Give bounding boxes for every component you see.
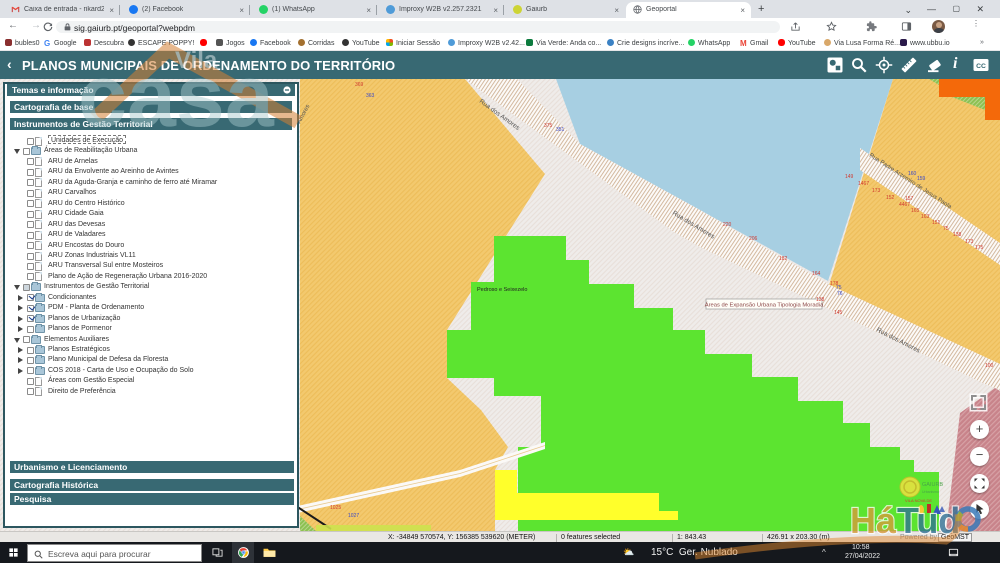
svg-text:220: 220 — [723, 222, 732, 228]
svg-text:149: 149 — [845, 174, 854, 180]
svg-text:CC: CC — [976, 63, 986, 70]
svg-text:Áreas de Expansão Urbana Tipol: Áreas de Expansão Urbana Tipologia Morad… — [705, 302, 824, 309]
svg-text:160: 160 — [908, 171, 917, 177]
svg-text:1025: 1025 — [330, 505, 341, 511]
svg-text:Pedroso e Seixezelo: Pedroso e Seixezelo — [477, 287, 527, 293]
svg-text:173: 173 — [965, 239, 974, 245]
svg-text:351: 351 — [556, 127, 565, 133]
svg-text:163: 163 — [921, 214, 930, 220]
svg-text:4467: 4467 — [899, 202, 910, 208]
svg-text:164: 164 — [812, 271, 821, 277]
svg-text:100: 100 — [985, 363, 994, 369]
svg-text:159: 159 — [917, 176, 926, 182]
svg-text:182: 182 — [779, 256, 788, 262]
svg-text:75: 75 — [943, 226, 949, 232]
svg-text:206: 206 — [749, 236, 758, 242]
svg-text:375: 375 — [544, 123, 553, 129]
svg-text:165: 165 — [911, 208, 920, 214]
svg-text:152: 152 — [886, 195, 895, 201]
svg-text:145: 145 — [834, 310, 843, 316]
svg-text:1027: 1027 — [348, 513, 359, 519]
svg-text:VILA NOVA DE: VILA NOVA DE — [905, 498, 932, 503]
svg-text:363: 363 — [366, 93, 375, 99]
svg-text:76: 76 — [837, 291, 843, 297]
svg-text:175: 175 — [975, 245, 984, 251]
svg-text:369: 369 — [355, 82, 364, 88]
svg-text:Urbanismo: Urbanismo — [922, 490, 939, 494]
svg-text:138: 138 — [816, 297, 825, 303]
svg-text:GAIURB: GAIURB — [922, 482, 943, 488]
svg-text:138: 138 — [953, 232, 962, 238]
svg-text:151: 151 — [932, 220, 941, 226]
svg-text:1467: 1467 — [858, 181, 869, 187]
svg-text:173: 173 — [872, 188, 881, 194]
svg-text:157: 157 — [905, 196, 914, 202]
